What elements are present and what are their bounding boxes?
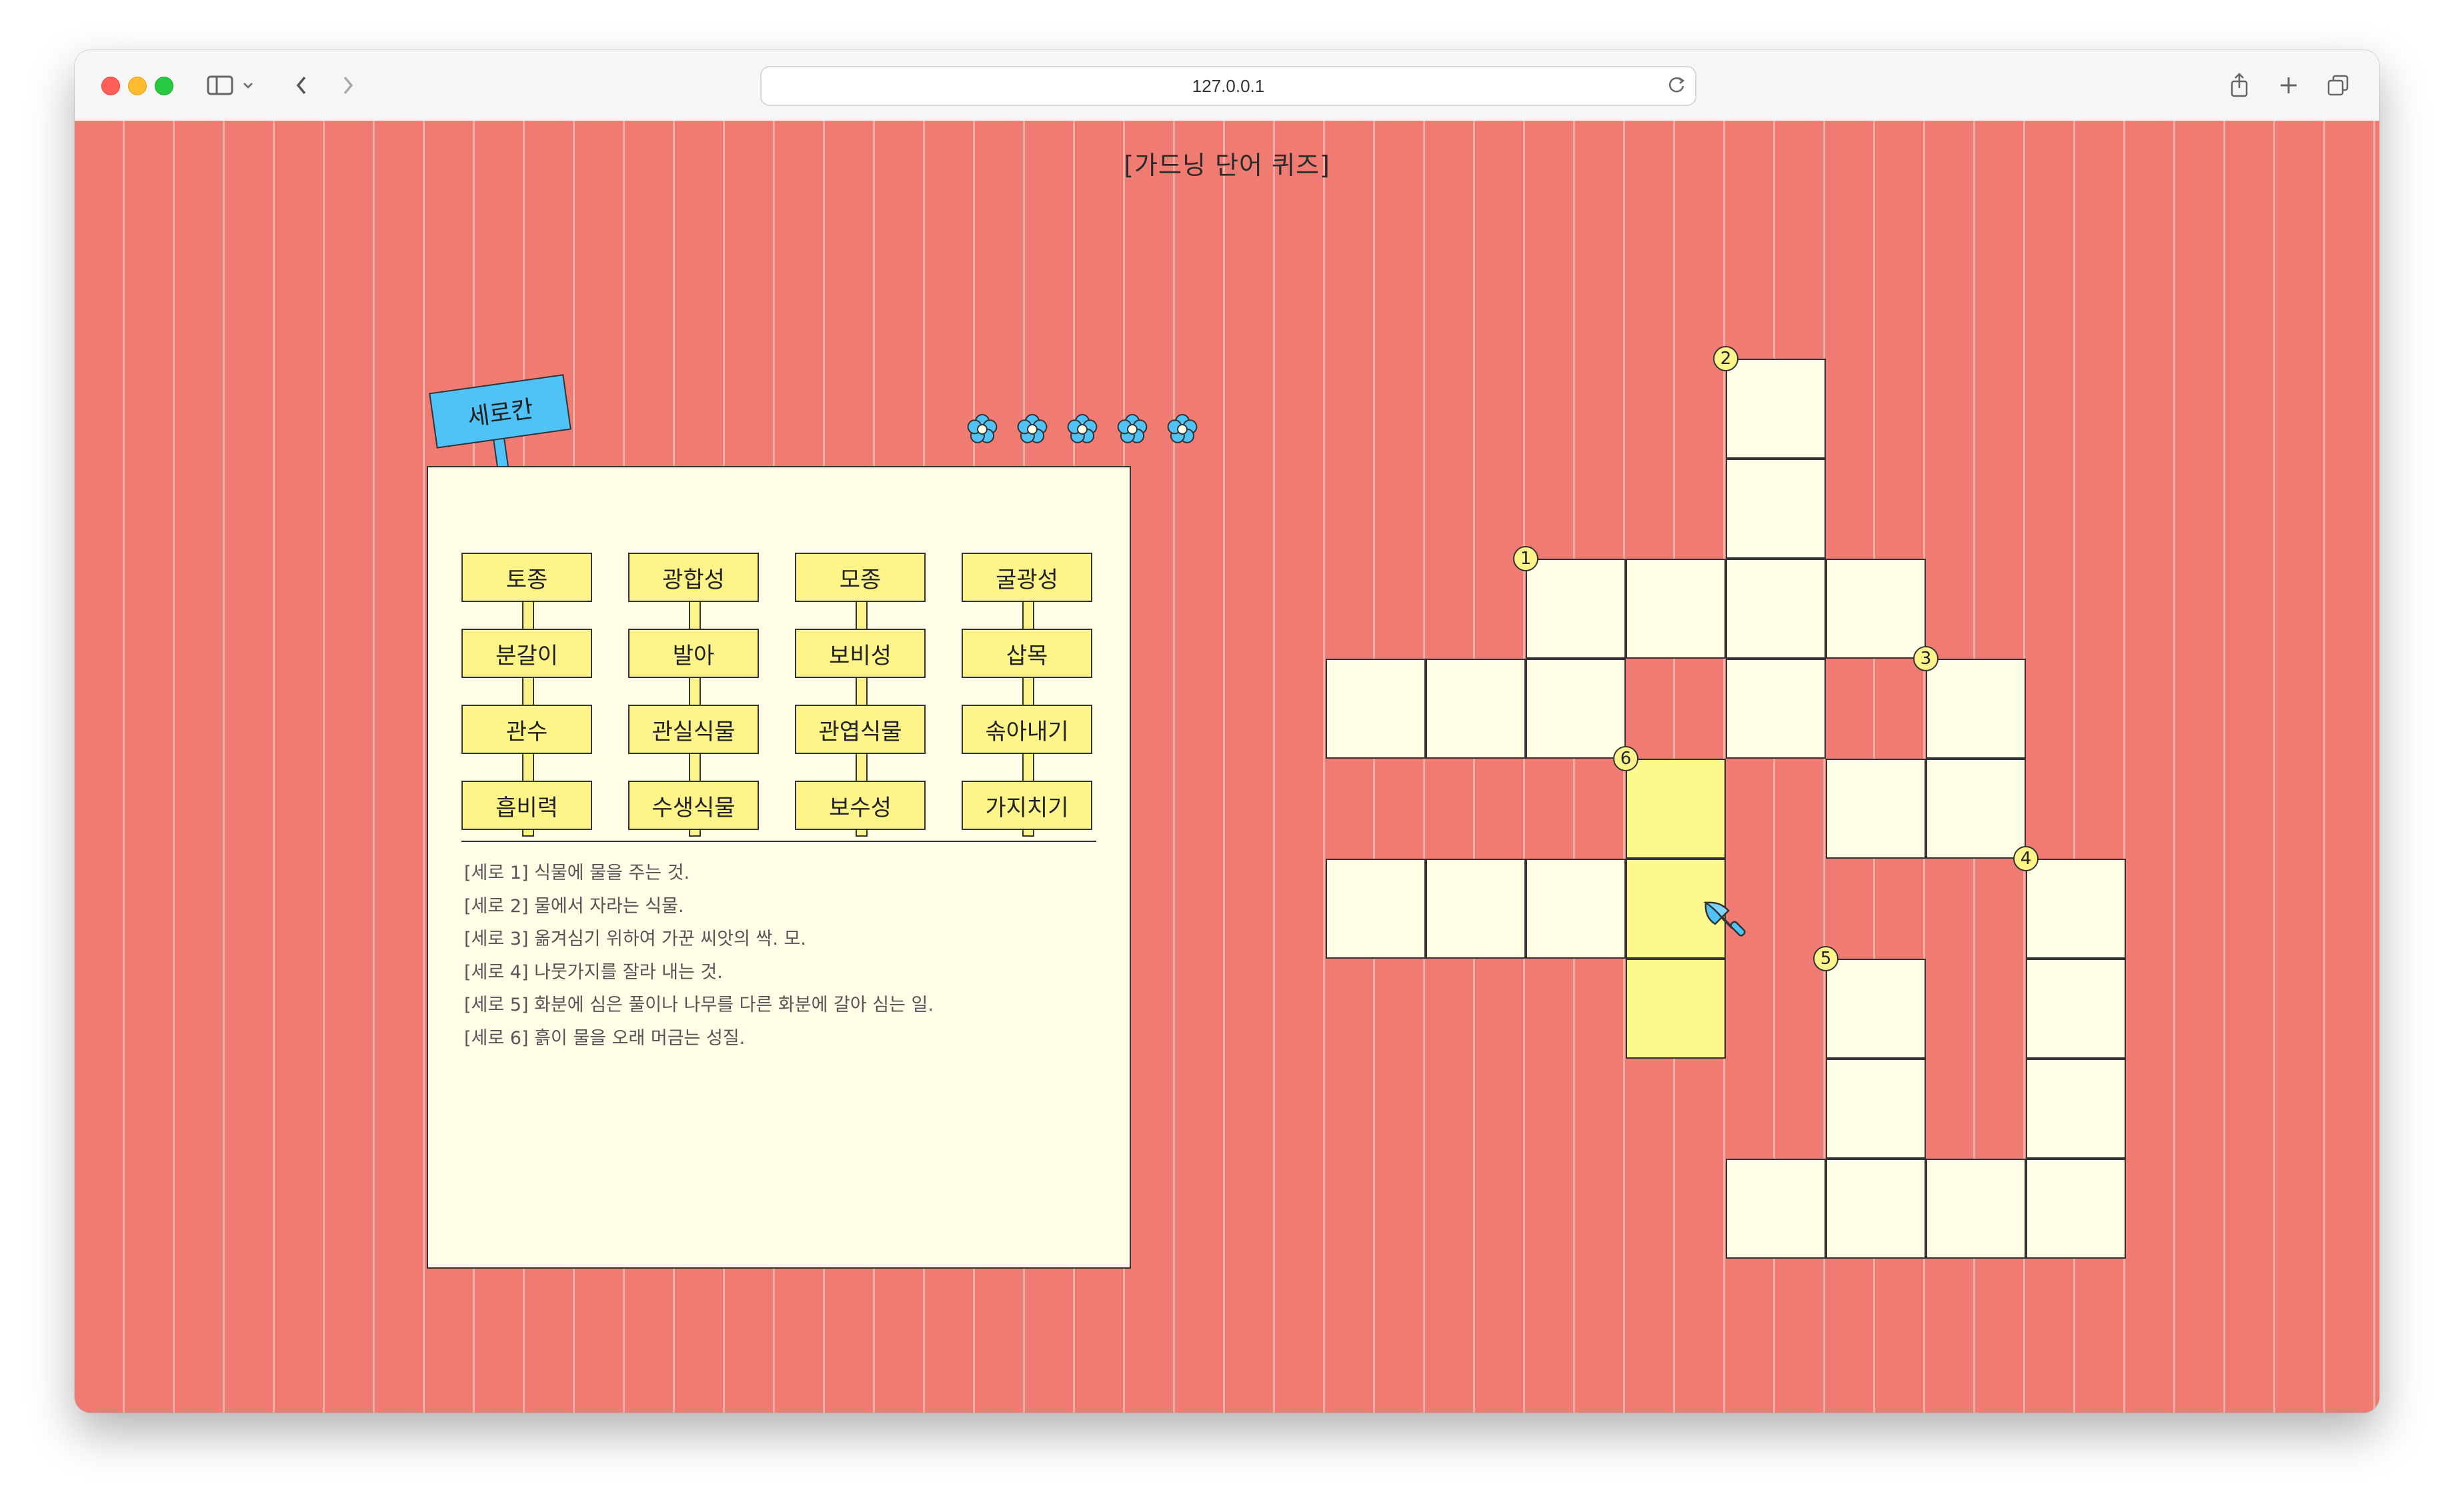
flower-icon bbox=[1117, 414, 1148, 443]
direction-label: 세로칸 bbox=[465, 395, 535, 432]
panel-divider bbox=[461, 841, 1096, 842]
trowel-cursor-icon bbox=[1702, 897, 1748, 944]
crossword-cell[interactable] bbox=[1926, 659, 2026, 759]
word-sign[interactable]: 분갈이 bbox=[461, 629, 592, 678]
word-sign[interactable]: 모종 bbox=[795, 553, 926, 602]
crossword-cell[interactable] bbox=[2026, 1059, 2126, 1159]
crossword-cell[interactable] bbox=[1926, 1159, 2026, 1259]
forward-icon[interactable] bbox=[335, 69, 361, 102]
crossword-cell[interactable] bbox=[2026, 1159, 2126, 1259]
word-sign[interactable]: 솎아내기 bbox=[962, 705, 1092, 754]
crossword-cell[interactable] bbox=[1826, 959, 1926, 1059]
chevron-down-icon[interactable] bbox=[240, 69, 256, 102]
word-sign[interactable]: 발아 bbox=[628, 629, 759, 678]
crossword-cell[interactable] bbox=[2026, 859, 2126, 959]
clue-number-marker: 6 bbox=[1613, 746, 1638, 771]
crossword-cell-highlighted[interactable] bbox=[1626, 759, 1726, 859]
crossword-cell[interactable] bbox=[1926, 759, 2026, 859]
crossword-cell[interactable] bbox=[1826, 559, 1926, 659]
word-sign[interactable]: 관엽식물 bbox=[795, 705, 926, 754]
word-sign[interactable]: 가지치기 bbox=[962, 781, 1092, 830]
clue-number-marker: 5 bbox=[1813, 946, 1838, 971]
crossword-cell[interactable] bbox=[1826, 1059, 1926, 1159]
close-window-button[interactable] bbox=[101, 77, 120, 95]
word-sign[interactable]: 수생식물 bbox=[628, 781, 759, 830]
flower-icon bbox=[967, 414, 998, 443]
direction-sign: 세로칸 bbox=[429, 374, 571, 449]
crossword-cell-highlighted[interactable] bbox=[1626, 959, 1726, 1059]
crossword-cell[interactable] bbox=[1826, 1159, 1926, 1259]
page-content: [가드닝 단어 퀴즈] 세로칸 토종분갈이관수흡비력 광합성발아관실식물수생식물 모… bbox=[75, 121, 2379, 1413]
quiz-title: [가드닝 단어 퀴즈] bbox=[1124, 151, 1330, 180]
crossword-cell[interactable] bbox=[1326, 659, 1426, 759]
browser-window: 127.0.0.1 [가드닝 단어 퀴즈] 세로칸 토종분갈이관수흡비력 광합성발… bbox=[75, 50, 2379, 1413]
back-icon[interactable] bbox=[288, 69, 315, 102]
maximize-window-button[interactable] bbox=[155, 77, 173, 95]
crossword-cell[interactable] bbox=[2026, 959, 2126, 1059]
reload-icon[interactable] bbox=[1666, 74, 1687, 100]
word-sign[interactable]: 관실식물 bbox=[628, 705, 759, 754]
flower-icon bbox=[1017, 414, 1048, 443]
clue-number-marker: 1 bbox=[1513, 546, 1538, 571]
crossword-cell[interactable] bbox=[1726, 1159, 1826, 1259]
clue-item: [세로 1] 식물에 물을 주는 것. bbox=[464, 863, 690, 883]
address-text: 127.0.0.1 bbox=[1192, 75, 1265, 96]
flower-icon bbox=[1167, 414, 1198, 443]
clue-item: [세로 6] 흙이 물을 오래 머금는 성질. bbox=[464, 1027, 746, 1049]
word-sign[interactable]: 흡비력 bbox=[461, 781, 592, 830]
flower-icon bbox=[1067, 414, 1098, 443]
clue-number-marker: 3 bbox=[1913, 646, 1939, 671]
clue-item: [세로 3] 옮겨심기 위하여 가꾼 씨앗의 싹. 모. bbox=[464, 929, 806, 949]
crossword-cell[interactable] bbox=[1526, 859, 1626, 959]
crossword-cell[interactable] bbox=[1726, 459, 1826, 559]
share-icon[interactable] bbox=[2226, 69, 2253, 102]
clue-number-marker: 2 bbox=[1713, 346, 1738, 371]
browser-titlebar: 127.0.0.1 bbox=[75, 50, 2379, 122]
clue-item: [세로 5] 화분에 심은 풀이나 나무를 다른 화분에 갈아 심는 일. bbox=[464, 995, 934, 1015]
word-sign[interactable]: 보비성 bbox=[795, 629, 926, 678]
clue-item: [세로 2] 물에서 자라는 식물. bbox=[464, 895, 684, 917]
crossword-cell[interactable] bbox=[1426, 659, 1526, 759]
word-sign[interactable]: 광합성 bbox=[628, 553, 759, 602]
crossword-cell[interactable] bbox=[1426, 859, 1526, 959]
crossword-cell[interactable] bbox=[1526, 659, 1626, 759]
sidebar-toggle-icon[interactable] bbox=[205, 69, 235, 102]
word-sign[interactable]: 삽목 bbox=[962, 629, 1092, 678]
clue-number-marker: 4 bbox=[2013, 846, 2039, 871]
crossword-cell[interactable] bbox=[1326, 859, 1426, 959]
crossword-cell[interactable] bbox=[1526, 559, 1626, 659]
new-tab-icon[interactable] bbox=[2275, 69, 2302, 102]
word-sign[interactable]: 굴광성 bbox=[962, 553, 1092, 602]
crossword-cell[interactable] bbox=[1726, 659, 1826, 759]
word-sign[interactable]: 관수 bbox=[461, 705, 592, 754]
crossword-cell[interactable] bbox=[1826, 759, 1926, 859]
word-sign[interactable]: 보수성 bbox=[795, 781, 926, 830]
minimize-window-button[interactable] bbox=[128, 77, 147, 95]
clue-item: [세로 4] 나뭇가지를 잘라 내는 것. bbox=[464, 961, 723, 983]
address-bar[interactable]: 127.0.0.1 bbox=[760, 66, 1696, 106]
word-sign[interactable]: 토종 bbox=[461, 553, 592, 602]
crossword-cell[interactable] bbox=[1726, 559, 1826, 659]
crossword-cell[interactable] bbox=[1726, 359, 1826, 459]
tab-overview-icon[interactable] bbox=[2325, 69, 2351, 102]
crossword-cell[interactable] bbox=[1626, 559, 1726, 659]
